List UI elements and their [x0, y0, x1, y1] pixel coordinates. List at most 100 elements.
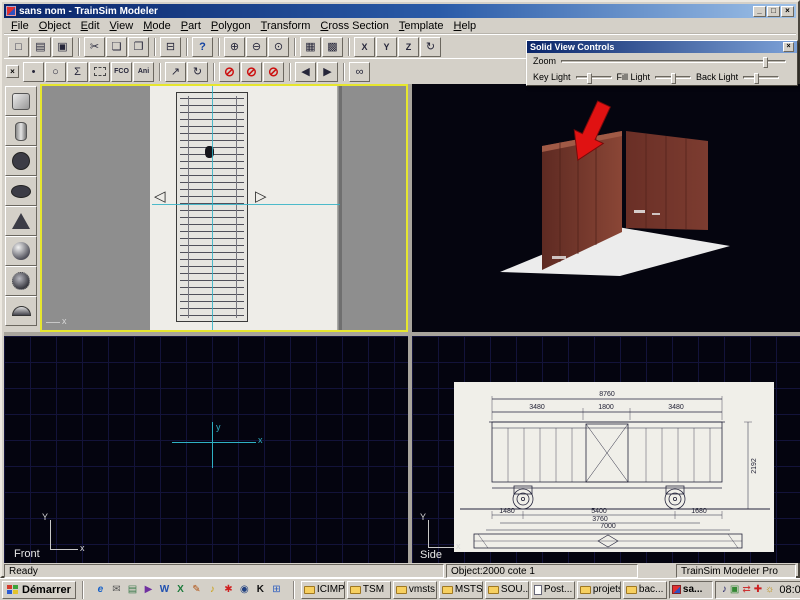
maximize-button[interactable]: □ [767, 6, 780, 17]
word-icon[interactable]: W [157, 582, 172, 597]
zoom-fit-icon[interactable]: ⊙ [268, 37, 289, 57]
display-icon[interactable]: ▣ [730, 585, 739, 595]
kazaa-icon[interactable]: K [253, 582, 268, 597]
winamp-icon[interactable]: ✱ [221, 582, 236, 597]
titlebar[interactable]: sans nom - TrainSim Modeler _ □ × [4, 4, 796, 18]
ani-tool-button[interactable]: Ani [133, 62, 154, 82]
paint-icon[interactable]: ✎ [189, 582, 204, 597]
task-sans-nom-active[interactable]: sa... [669, 581, 713, 599]
cone-shape-button[interactable] [5, 206, 37, 236]
task-vmsts[interactable]: vmsts [393, 581, 437, 599]
menu-help[interactable]: Help [449, 19, 482, 33]
help-icon[interactable]: ? [192, 37, 213, 57]
paste-icon[interactable]: ❐ [128, 37, 149, 57]
menu-file[interactable]: File [6, 19, 34, 33]
hemisphere-shape-button[interactable] [5, 296, 37, 326]
fill-light-slider[interactable] [655, 76, 691, 79]
rotate-icon[interactable]: ↻ [420, 37, 441, 57]
viewport-top[interactable]: ◁ ▷ x [40, 84, 408, 332]
menu-template[interactable]: Template [394, 19, 449, 33]
menu-part[interactable]: Part [176, 19, 206, 33]
cut-icon[interactable]: ✂ [84, 37, 105, 57]
menu-polygon[interactable]: Polygon [206, 19, 256, 33]
start-button[interactable]: Démarrer [2, 581, 76, 599]
key-light-slider[interactable] [576, 76, 612, 79]
task-bac[interactable]: bac... [623, 581, 667, 599]
excel-icon[interactable]: X [173, 582, 188, 597]
mirror-y-icon[interactable]: Y [376, 37, 397, 57]
menu-transform[interactable]: Transform [256, 19, 316, 33]
print-icon[interactable]: ⊟ [160, 37, 181, 57]
viewport-side[interactable]: 8760 3480 1800 3480 1480 5400 1680 3760 … [412, 336, 800, 563]
mirror-x-icon[interactable]: X [354, 37, 375, 57]
rotate-tool-icon[interactable]: ↻ [187, 62, 208, 82]
antivirus-icon[interactable]: ✚ [754, 585, 762, 595]
geosphere-shape-button[interactable] [5, 266, 37, 296]
viewport-front[interactable]: y x Y x Front [4, 336, 408, 563]
menu-cross-section[interactable]: Cross Section [315, 19, 393, 33]
solid-view-controls-titlebar[interactable]: Solid View Controls × [527, 41, 797, 53]
toolbar-close-icon[interactable]: × [6, 65, 19, 78]
grid-icon[interactable]: ▦ [300, 37, 321, 57]
zoom-slider[interactable] [561, 60, 786, 63]
close-button[interactable]: × [781, 6, 794, 17]
internet-explorer-icon[interactable]: e [93, 582, 108, 597]
ellipsoid-shape-button[interactable] [5, 176, 37, 206]
solid-view-controls-palette[interactable]: Solid View Controls × Zoom Key Light Fil… [526, 40, 798, 86]
menu-mode[interactable]: Mode [138, 19, 176, 33]
menu-view[interactable]: View [105, 19, 139, 33]
find-binoculars-icon[interactable]: ∞ [349, 62, 370, 82]
taskbar: Démarrer e ✉ ▤ ▶ W X ✎ ♪ ✱ ◉ K ⊞ ICIMP T… [0, 578, 800, 600]
task-sou[interactable]: SOU... [485, 581, 529, 599]
back-light-slider-thumb[interactable] [754, 73, 759, 84]
sphere-shape-button[interactable] [5, 146, 37, 176]
realplayer-icon[interactable]: ◉ [237, 582, 252, 597]
forbid-3-icon[interactable]: ⊘ [263, 62, 284, 82]
task-post[interactable]: Post... [531, 581, 575, 599]
zoom-out-icon[interactable]: ⊖ [246, 37, 267, 57]
show-desktop-icon[interactable]: ▤ [125, 582, 140, 597]
outlook-icon[interactable]: ✉ [109, 582, 124, 597]
menu-object[interactable]: Object [34, 19, 76, 33]
marquee-tool-icon[interactable] [89, 62, 110, 82]
sum-tool-icon[interactable]: Σ [67, 62, 88, 82]
forbid-1-icon[interactable]: ⊘ [219, 62, 240, 82]
volume-icon[interactable]: ♪ [722, 585, 727, 595]
fco-tool-button[interactable]: FCO [111, 62, 132, 82]
shaded-sphere-shape-button[interactable] [5, 236, 37, 266]
grid-snap-icon[interactable]: ▩ [322, 37, 343, 57]
zoom-in-icon[interactable]: ⊕ [224, 37, 245, 57]
open-file-icon[interactable]: ▤ [30, 37, 51, 57]
copy-icon[interactable]: ❏ [106, 37, 127, 57]
box-shape-button[interactable] [5, 86, 37, 116]
save-file-icon[interactable]: ▣ [52, 37, 73, 57]
task-msts[interactable]: MSTS [439, 581, 483, 599]
prev-icon[interactable]: ◀ [295, 62, 316, 82]
new-file-icon[interactable]: □ [8, 37, 29, 57]
palette-close-icon[interactable]: × [783, 42, 794, 52]
task-tsm[interactable]: TSM [347, 581, 391, 599]
task-icimp[interactable]: ICIMP [301, 581, 345, 599]
task-projets[interactable]: projets [577, 581, 621, 599]
notepad-icon[interactable]: ♪ [205, 582, 220, 597]
minimize-button[interactable]: _ [753, 6, 766, 17]
point-tool-icon[interactable]: • [23, 62, 44, 82]
back-light-slider[interactable] [743, 76, 779, 79]
folder-icon [350, 586, 361, 594]
fill-light-slider-thumb[interactable] [671, 73, 676, 84]
explorer-icon[interactable]: ⊞ [269, 582, 284, 597]
viewport-3d[interactable] [412, 84, 800, 332]
network-icon[interactable]: ⇄ [742, 585, 750, 595]
cylinder-shape-button[interactable] [5, 116, 37, 146]
zoom-slider-thumb[interactable] [763, 57, 768, 68]
mirror-z-icon[interactable]: Z [398, 37, 419, 57]
circle-tool-icon[interactable]: ○ [45, 62, 66, 82]
next-icon[interactable]: ▶ [317, 62, 338, 82]
fill-light-label: Fill Light [617, 72, 651, 82]
media-player-icon[interactable]: ▶ [141, 582, 156, 597]
scheduler-icon[interactable]: ☼ [765, 585, 774, 595]
menu-edit[interactable]: Edit [76, 19, 105, 33]
key-light-slider-thumb[interactable] [587, 73, 592, 84]
arrow-tool-icon[interactable]: ↗ [165, 62, 186, 82]
forbid-2-icon[interactable]: ⊘ [241, 62, 262, 82]
